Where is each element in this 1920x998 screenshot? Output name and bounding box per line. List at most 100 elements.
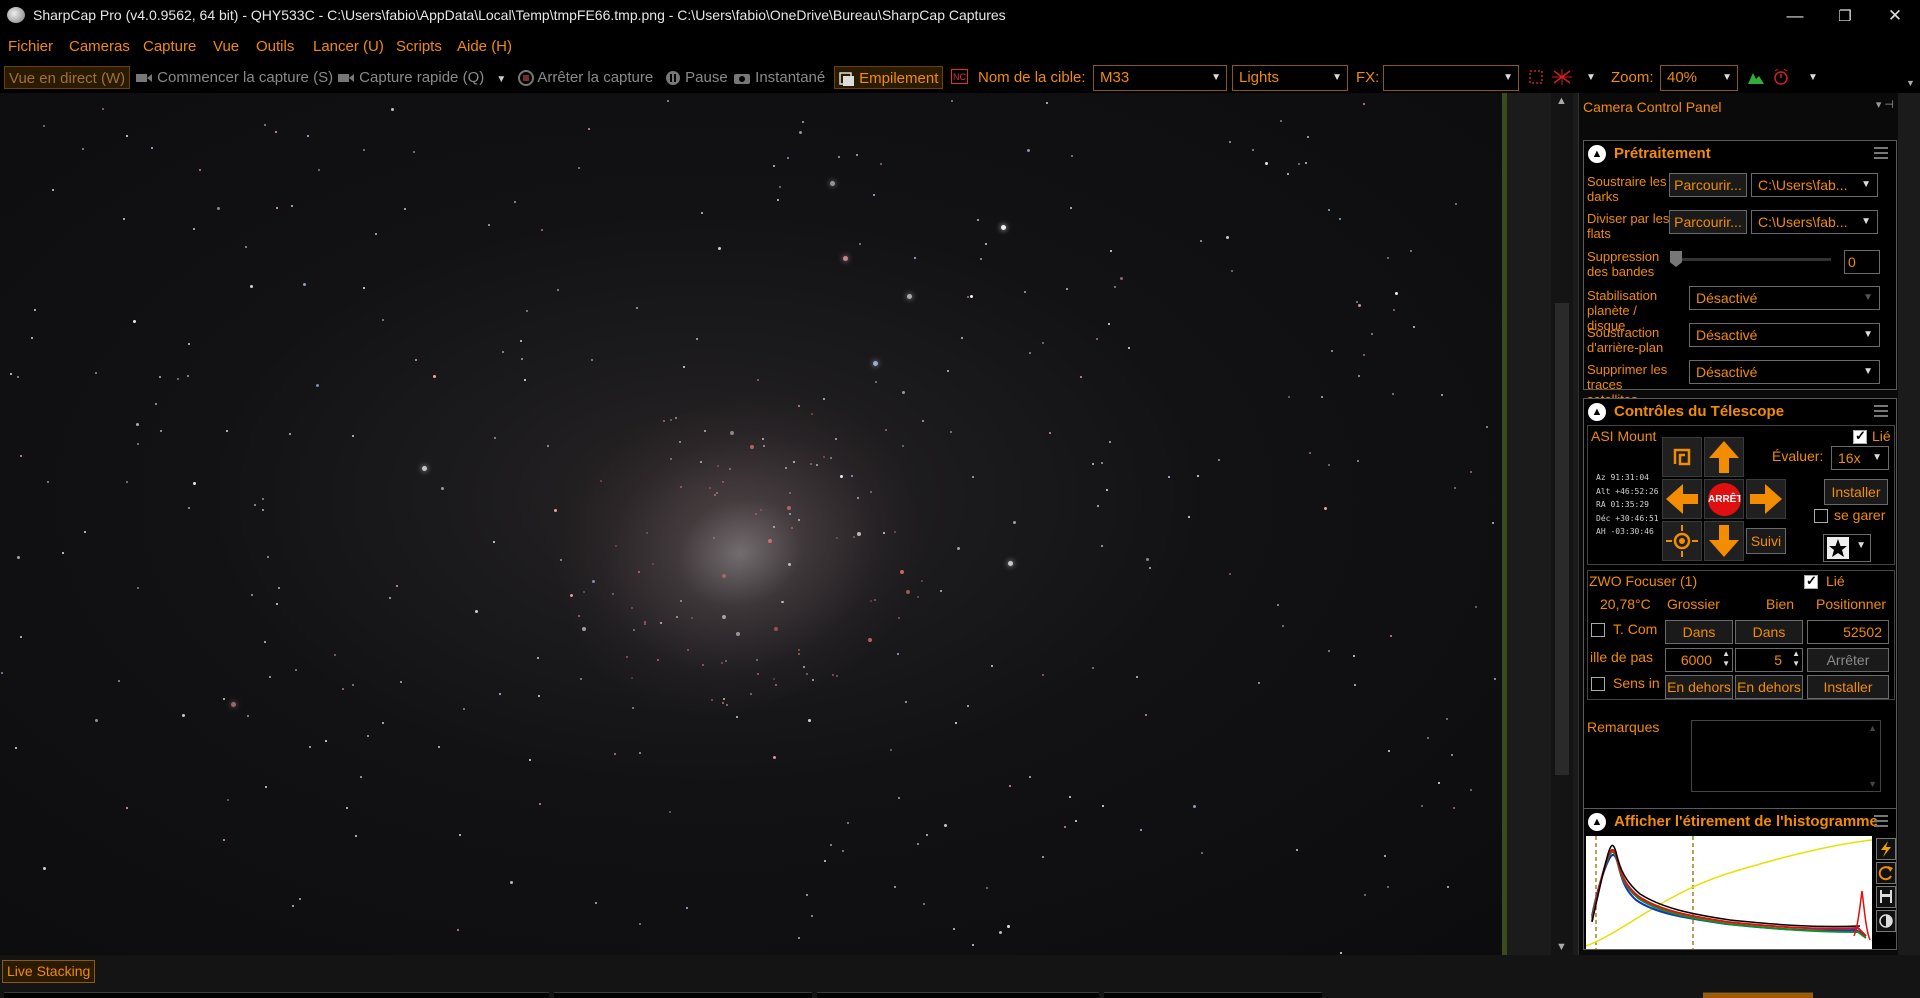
image-viewport[interactable] xyxy=(0,93,1507,955)
panel-title: Camera Control Panel xyxy=(1583,99,1722,115)
star xyxy=(1277,604,1280,607)
live-stacking-tab[interactable]: Live Stacking xyxy=(2,960,96,983)
star-button[interactable]: ▼ xyxy=(1823,534,1871,562)
start-capture-button[interactable]: Commencer la capture (S) xyxy=(135,66,333,89)
reticle-icon[interactable] xyxy=(1552,69,1572,92)
sun-button[interactable] xyxy=(1662,521,1702,561)
banding-slider-track[interactable] xyxy=(1673,258,1831,261)
star xyxy=(492,541,495,544)
quick-capture-button[interactable]: Capture rapide (Q) ▼ xyxy=(337,66,506,89)
spiral-search-button[interactable] xyxy=(1662,437,1702,477)
flats-browse-button[interactable]: Parcourir... xyxy=(1669,210,1747,234)
snapshot-button[interactable]: Instantané xyxy=(733,66,825,89)
minimize-button[interactable]: — xyxy=(1772,0,1818,31)
park-checkbox[interactable] xyxy=(1814,509,1828,523)
focuser-linked-checkbox[interactable] xyxy=(1804,573,1818,589)
collapse-icon[interactable]: ▲ xyxy=(1588,145,1606,163)
darks-browse-button[interactable]: Parcourir... xyxy=(1669,173,1747,197)
star xyxy=(969,294,973,298)
collapse-icon[interactable]: ▲ xyxy=(1588,403,1606,421)
banding-value-field[interactable]: 0 xyxy=(1844,250,1880,274)
selection-rect-icon[interactable] xyxy=(1528,69,1544,92)
menu-lancer[interactable]: Lancer (U) xyxy=(313,38,384,55)
fine-step-field[interactable]: 5 ▲ ▼ xyxy=(1735,648,1803,672)
move-east-button[interactable] xyxy=(1746,479,1786,519)
mount-linked-checkbox[interactable] xyxy=(1853,428,1867,444)
drag-handle-icon[interactable] xyxy=(1874,815,1888,827)
spinner-icon[interactable]: ▲ ▼ xyxy=(1722,649,1730,669)
notes-textarea[interactable]: ▲ ▼ xyxy=(1691,720,1881,792)
scrollbar-thumb[interactable] xyxy=(1555,303,1569,775)
spinner-icon[interactable]: ▲ ▼ xyxy=(1792,649,1800,669)
background-select[interactable]: Désactivé ▼ xyxy=(1689,323,1880,347)
preprocessing-header[interactable]: ▲ Prétraitement xyxy=(1584,141,1896,167)
star xyxy=(1028,776,1031,779)
coarse-in-button[interactable]: Dans xyxy=(1665,620,1733,644)
collapse-icon[interactable]: ▲ xyxy=(1588,813,1606,831)
fx-select[interactable]: ▼ xyxy=(1383,65,1519,91)
no-calibration-icon[interactable]: NC xyxy=(951,69,968,84)
coarse-step-field[interactable]: 6000 ▲ ▼ xyxy=(1665,648,1733,672)
target-name-field[interactable]: M33 ▼ xyxy=(1093,65,1227,91)
histogram-chart[interactable] xyxy=(1586,836,1872,949)
scroll-down-icon[interactable]: ▼ xyxy=(1556,941,1567,953)
flats-path-select[interactable]: C:\Users\fab... ▼ xyxy=(1751,210,1878,234)
stacking-button[interactable]: Empilement xyxy=(834,66,944,89)
tracking-button[interactable]: Suivi xyxy=(1746,528,1786,554)
stop-mount-button[interactable]: ARRÊTE xyxy=(1704,479,1744,519)
stop-capture-button[interactable]: Arrêter la capture xyxy=(518,66,653,89)
scroll-down-icon[interactable]: ▼ xyxy=(1868,779,1877,789)
alarm-icon[interactable] xyxy=(1772,68,1790,91)
position-field[interactable]: 52502 xyxy=(1807,620,1889,644)
menu-capture[interactable]: Capture xyxy=(143,38,196,55)
chevron-down-icon[interactable]: ▼ xyxy=(1586,66,1596,89)
menu-outils[interactable]: Outils xyxy=(256,38,294,55)
move-west-button[interactable] xyxy=(1662,479,1702,519)
temp-comp-checkbox[interactable] xyxy=(1591,623,1605,637)
chevron-down-icon[interactable]: ▼ xyxy=(1808,66,1818,89)
frame-type-select[interactable]: Lights ▼ xyxy=(1232,65,1348,91)
star xyxy=(43,125,46,128)
telescope-header[interactable]: ▲ Contrôles du Télescope xyxy=(1584,399,1896,425)
reset-icon[interactable] xyxy=(1876,862,1896,884)
zoom-select[interactable]: 40% ▼ xyxy=(1660,65,1738,91)
drag-handle-icon[interactable] xyxy=(1874,405,1888,417)
menu-cameras[interactable]: Cameras xyxy=(69,38,130,55)
stabilization-select[interactable]: Désactivé ▼ xyxy=(1689,286,1880,310)
live-view-button[interactable]: Vue en direct (W) xyxy=(4,66,131,89)
auto-stretch-icon[interactable] xyxy=(1876,838,1896,860)
satellite-select[interactable]: Désactivé ▼ xyxy=(1689,360,1880,384)
pause-button[interactable]: Pause xyxy=(665,66,728,89)
panel-pin-icon[interactable]: ▾ ⊣ xyxy=(1876,98,1894,111)
menu-vue[interactable]: Vue xyxy=(213,38,239,55)
contrast-icon[interactable] xyxy=(1876,910,1896,932)
image-vertical-scrollbar[interactable]: ▲ ▼ xyxy=(1551,93,1573,955)
scroll-up-icon[interactable]: ▲ xyxy=(1556,95,1567,107)
menu-aide[interactable]: Aide (H) xyxy=(457,38,512,55)
toolbar-overflow-icon[interactable]: ▼ xyxy=(1906,72,1915,95)
focuser-install-button[interactable]: Installer xyxy=(1807,675,1889,699)
menu-fichier[interactable]: Fichier xyxy=(8,38,53,55)
focuser-stop-button[interactable]: Arrêter xyxy=(1807,648,1889,672)
fine-in-button[interactable]: Dans xyxy=(1735,620,1803,644)
reverse-checkbox[interactable] xyxy=(1591,677,1605,691)
galaxy-hii-region xyxy=(728,468,731,471)
histogram-header[interactable]: ▲ Afficher l'étirement de l'histogramme xyxy=(1584,809,1896,835)
coarse-out-button[interactable]: En dehors xyxy=(1665,675,1733,699)
move-south-button[interactable] xyxy=(1704,521,1744,561)
mount-install-button[interactable]: Installer xyxy=(1824,479,1888,505)
save-icon[interactable] xyxy=(1876,886,1896,908)
fine-out-button[interactable]: En dehors xyxy=(1735,675,1803,699)
chevron-down-icon[interactable]: ▼ xyxy=(496,74,506,85)
rate-select[interactable]: 16x ▼ xyxy=(1831,446,1889,470)
histogram-mini-icon[interactable] xyxy=(1747,69,1765,92)
menu-scripts[interactable]: Scripts xyxy=(396,38,442,55)
star xyxy=(366,735,369,738)
scroll-up-icon[interactable]: ▲ xyxy=(1868,723,1877,733)
drag-handle-icon[interactable] xyxy=(1874,147,1888,159)
move-north-button[interactable] xyxy=(1704,437,1744,477)
darks-path-select[interactable]: C:\Users\fab... ▼ xyxy=(1751,173,1878,197)
close-button[interactable]: ✕ xyxy=(1872,0,1918,31)
maximize-button[interactable]: ❐ xyxy=(1822,0,1868,31)
galaxy-hii-region xyxy=(723,697,726,700)
